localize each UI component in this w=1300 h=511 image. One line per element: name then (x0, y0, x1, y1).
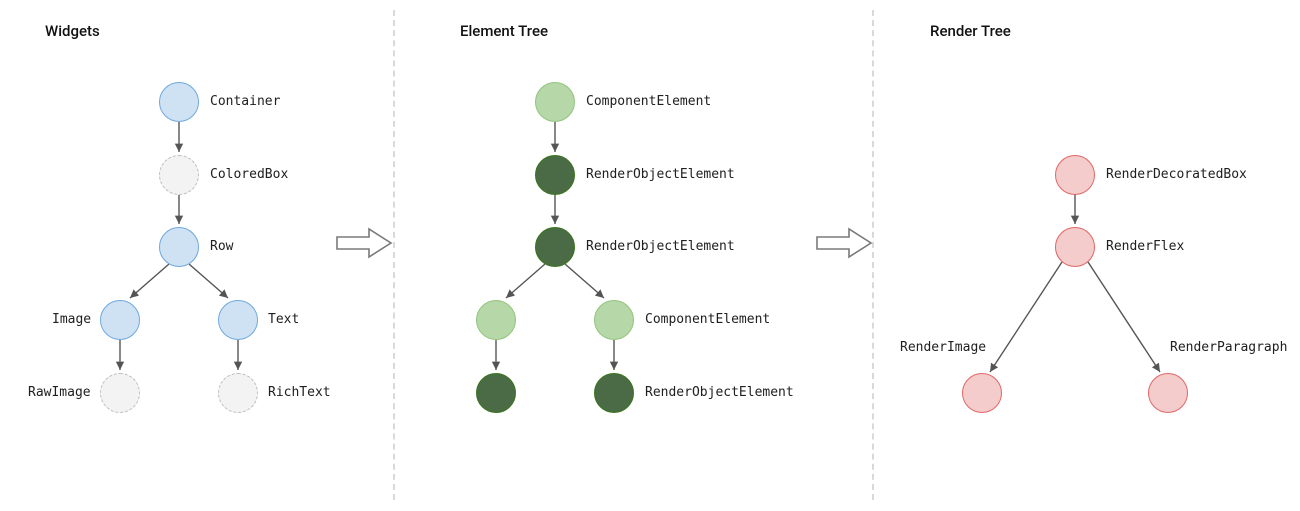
diagram-canvas: Widgets Element Tree Render Tree (0, 0, 1300, 511)
label-renderimage: RenderImage (900, 340, 986, 355)
label-componentelement-1: ComponentElement (586, 94, 711, 109)
node-text (218, 300, 258, 340)
node-renderobjectelement-1 (535, 155, 575, 195)
node-renderflex (1055, 227, 1095, 267)
label-container: Container (210, 94, 280, 109)
node-richtext (218, 373, 258, 413)
label-image: Image (52, 312, 91, 327)
node-row (159, 227, 199, 267)
label-renderobjectelement-2: RenderObjectElement (586, 239, 735, 254)
arrow-widgets-to-elements (335, 225, 393, 261)
label-text: Text (268, 312, 299, 327)
label-renderobjectelement-right: RenderObjectElement (645, 385, 794, 400)
node-componentelement-right (594, 300, 634, 340)
node-coloredbox (159, 155, 199, 195)
label-richtext: RichText (268, 385, 331, 400)
label-row: Row (210, 239, 233, 254)
node-renderobjectelement-left (476, 373, 516, 413)
label-rawimage: RawImage (28, 385, 91, 400)
node-renderdecoratedbox (1055, 155, 1095, 195)
node-componentelement-1 (535, 82, 575, 122)
arrow-elements-to-render (815, 225, 873, 261)
node-renderparagraph (1148, 373, 1188, 413)
section-title-widgets: Widgets (45, 22, 100, 40)
node-renderobjectelement-2 (535, 227, 575, 267)
label-componentelement-right: ComponentElement (645, 312, 770, 327)
node-rawimage (100, 373, 140, 413)
label-renderdecoratedbox: RenderDecoratedBox (1106, 167, 1247, 182)
section-title-render-tree: Render Tree (930, 22, 1011, 40)
node-renderobjectelement-right (594, 373, 634, 413)
label-renderparagraph: RenderParagraph (1170, 340, 1287, 355)
section-title-element-tree: Element Tree (460, 22, 548, 40)
label-renderflex: RenderFlex (1106, 239, 1184, 254)
label-coloredbox: ColoredBox (210, 167, 288, 182)
node-container (159, 82, 199, 122)
node-componentelement-left (476, 300, 516, 340)
label-renderobjectelement-1: RenderObjectElement (586, 167, 735, 182)
divider-1 (393, 10, 395, 500)
node-renderimage (962, 373, 1002, 413)
node-image (100, 300, 140, 340)
